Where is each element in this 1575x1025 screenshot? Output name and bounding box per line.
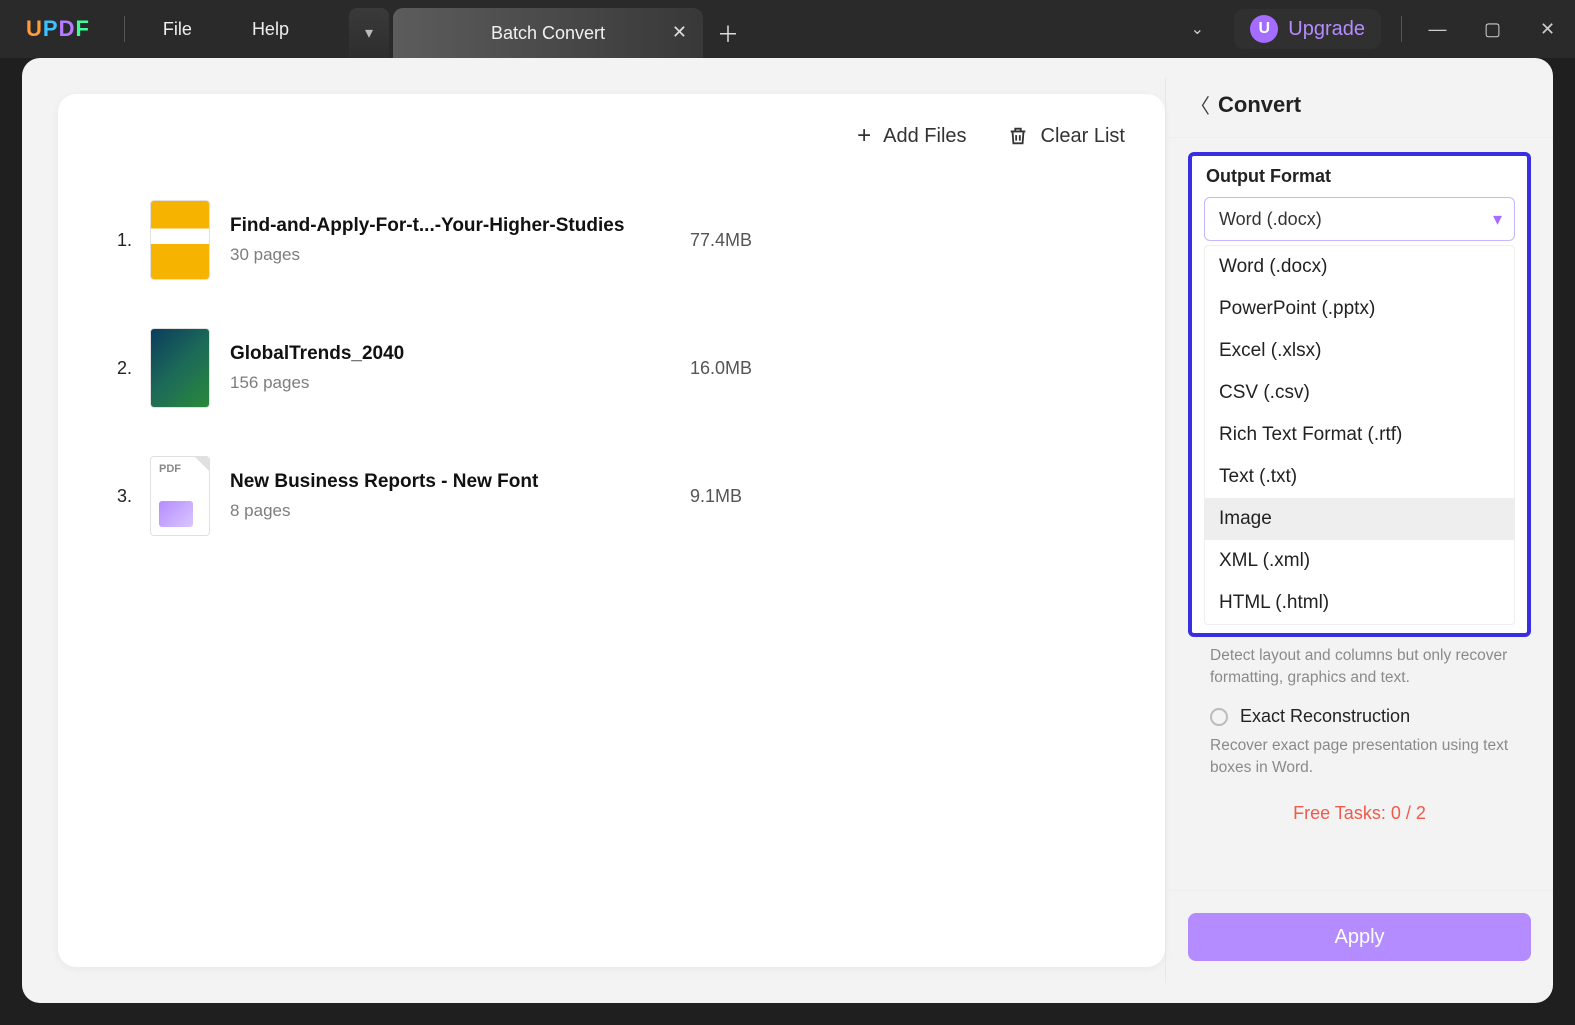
format-option[interactable]: HTML (.html) — [1205, 582, 1514, 624]
menu-file[interactable]: File — [133, 0, 222, 58]
upgrade-button[interactable]: U Upgrade — [1234, 9, 1381, 49]
chevron-down-icon: ▾ — [365, 23, 373, 43]
row-number: 3. — [92, 486, 136, 507]
menu-help[interactable]: Help — [222, 0, 319, 58]
plus-icon: + — [857, 122, 871, 150]
file-row[interactable]: 1. Find-and-Apply-For-t...-Your-Higher-S… — [92, 176, 1131, 304]
file-size: 77.4MB — [690, 230, 752, 251]
format-option[interactable]: Rich Text Format (.rtf) — [1205, 414, 1514, 456]
recent-dropdown[interactable]: ⌄ — [1172, 19, 1222, 39]
new-tab-button[interactable]: ＋ — [703, 8, 753, 58]
output-format-select[interactable]: Word (.docx) ▾ — [1204, 197, 1515, 241]
layout-help-text: Detect layout and columns but only recov… — [1210, 645, 1509, 688]
free-tasks-counter: Free Tasks: 0 / 2 — [1210, 803, 1509, 824]
separator — [124, 16, 125, 42]
file-name: Find-and-Apply-For-t...-Your-Higher-Stud… — [230, 215, 690, 237]
output-format-label: Output Format — [1198, 166, 1521, 197]
tab-batch-convert[interactable]: Batch Convert ✕ — [393, 8, 703, 58]
radio-icon — [1210, 708, 1228, 726]
file-name: GlobalTrends_2040 — [230, 343, 690, 365]
exact-reconstruction-option[interactable]: Exact Reconstruction — [1210, 706, 1509, 727]
window-minimize-button[interactable]: — — [1410, 0, 1465, 58]
add-files-label: Add Files — [883, 125, 966, 148]
file-size: 16.0MB — [690, 358, 752, 379]
selected-format: Word (.docx) — [1219, 209, 1322, 230]
file-pages: 156 pages — [230, 373, 690, 393]
window-close-button[interactable]: ✕ — [1520, 0, 1575, 58]
format-option[interactable]: Excel (.xlsx) — [1205, 330, 1514, 372]
clear-list-button[interactable]: Clear List — [1007, 125, 1125, 148]
plus-icon: ＋ — [717, 17, 739, 49]
back-icon[interactable]: 〈 — [1190, 90, 1210, 119]
file-thumbnail — [150, 328, 210, 408]
format-option[interactable]: CSV (.csv) — [1205, 372, 1514, 414]
tab-label: Batch Convert — [491, 23, 605, 44]
convert-panel: 〈 Convert Output Format Word (.docx) ▾ W… — [1165, 78, 1553, 983]
file-thumbnail — [150, 200, 210, 280]
format-option[interactable]: Text (.txt) — [1205, 456, 1514, 498]
format-option[interactable]: XML (.xml) — [1205, 540, 1514, 582]
output-format-dropdown: Word (.docx)PowerPoint (.pptx)Excel (.xl… — [1204, 245, 1515, 625]
output-format-section: Output Format Word (.docx) ▾ Word (.docx… — [1188, 152, 1531, 637]
chevron-down-icon: ▾ — [1493, 209, 1502, 230]
tab-strip: ▾ Batch Convert ✕ ＋ — [349, 0, 753, 58]
separator — [1401, 16, 1402, 42]
app-logo: UPDF — [0, 16, 116, 42]
format-option[interactable]: Image — [1205, 498, 1514, 540]
workspace: + Add Files Clear List 1. Find-and-Apply… — [22, 58, 1553, 1003]
window-maximize-button[interactable]: ▢ — [1465, 0, 1520, 58]
titlebar: UPDF File Help ▾ Batch Convert ✕ ＋ ⌄ U U… — [0, 0, 1575, 58]
maximize-icon: ▢ — [1484, 19, 1501, 40]
panel-footer: Apply — [1166, 890, 1553, 983]
user-badge-icon: U — [1250, 15, 1278, 43]
tab-history-dropdown[interactable]: ▾ — [349, 8, 389, 58]
file-row[interactable]: 3. New Business Reports - New Font 8 pag… — [92, 432, 1131, 560]
file-pages: 30 pages — [230, 245, 690, 265]
file-pages: 8 pages — [230, 501, 690, 521]
clear-list-label: Clear List — [1041, 125, 1125, 148]
chevron-down-icon: ⌄ — [1191, 21, 1204, 38]
card-toolbar: + Add Files Clear List — [58, 94, 1165, 166]
format-option[interactable]: Word (.docx) — [1205, 246, 1514, 288]
file-thumbnail — [150, 456, 210, 536]
file-list-card: + Add Files Clear List 1. Find-and-Apply… — [58, 94, 1165, 967]
exact-reconstruction-label: Exact Reconstruction — [1240, 706, 1410, 727]
add-files-button[interactable]: + Add Files — [857, 122, 966, 150]
close-icon[interactable]: ✕ — [672, 22, 687, 43]
panel-title: Convert — [1218, 92, 1301, 118]
row-number: 2. — [92, 358, 136, 379]
apply-button[interactable]: Apply — [1188, 913, 1531, 961]
file-name: New Business Reports - New Font — [230, 471, 690, 493]
exact-help-text: Recover exact page presentation using te… — [1210, 735, 1509, 778]
row-number: 1. — [92, 230, 136, 251]
panel-header: 〈 Convert — [1166, 78, 1553, 138]
format-option[interactable]: PowerPoint (.pptx) — [1205, 288, 1514, 330]
minimize-icon: — — [1429, 19, 1447, 40]
file-list: 1. Find-and-Apply-For-t...-Your-Higher-S… — [58, 166, 1165, 570]
trash-icon — [1007, 125, 1029, 147]
close-icon: ✕ — [1540, 19, 1555, 40]
file-size: 9.1MB — [690, 486, 742, 507]
file-row[interactable]: 2. GlobalTrends_2040 156 pages 16.0MB — [92, 304, 1131, 432]
upgrade-label: Upgrade — [1288, 18, 1365, 41]
